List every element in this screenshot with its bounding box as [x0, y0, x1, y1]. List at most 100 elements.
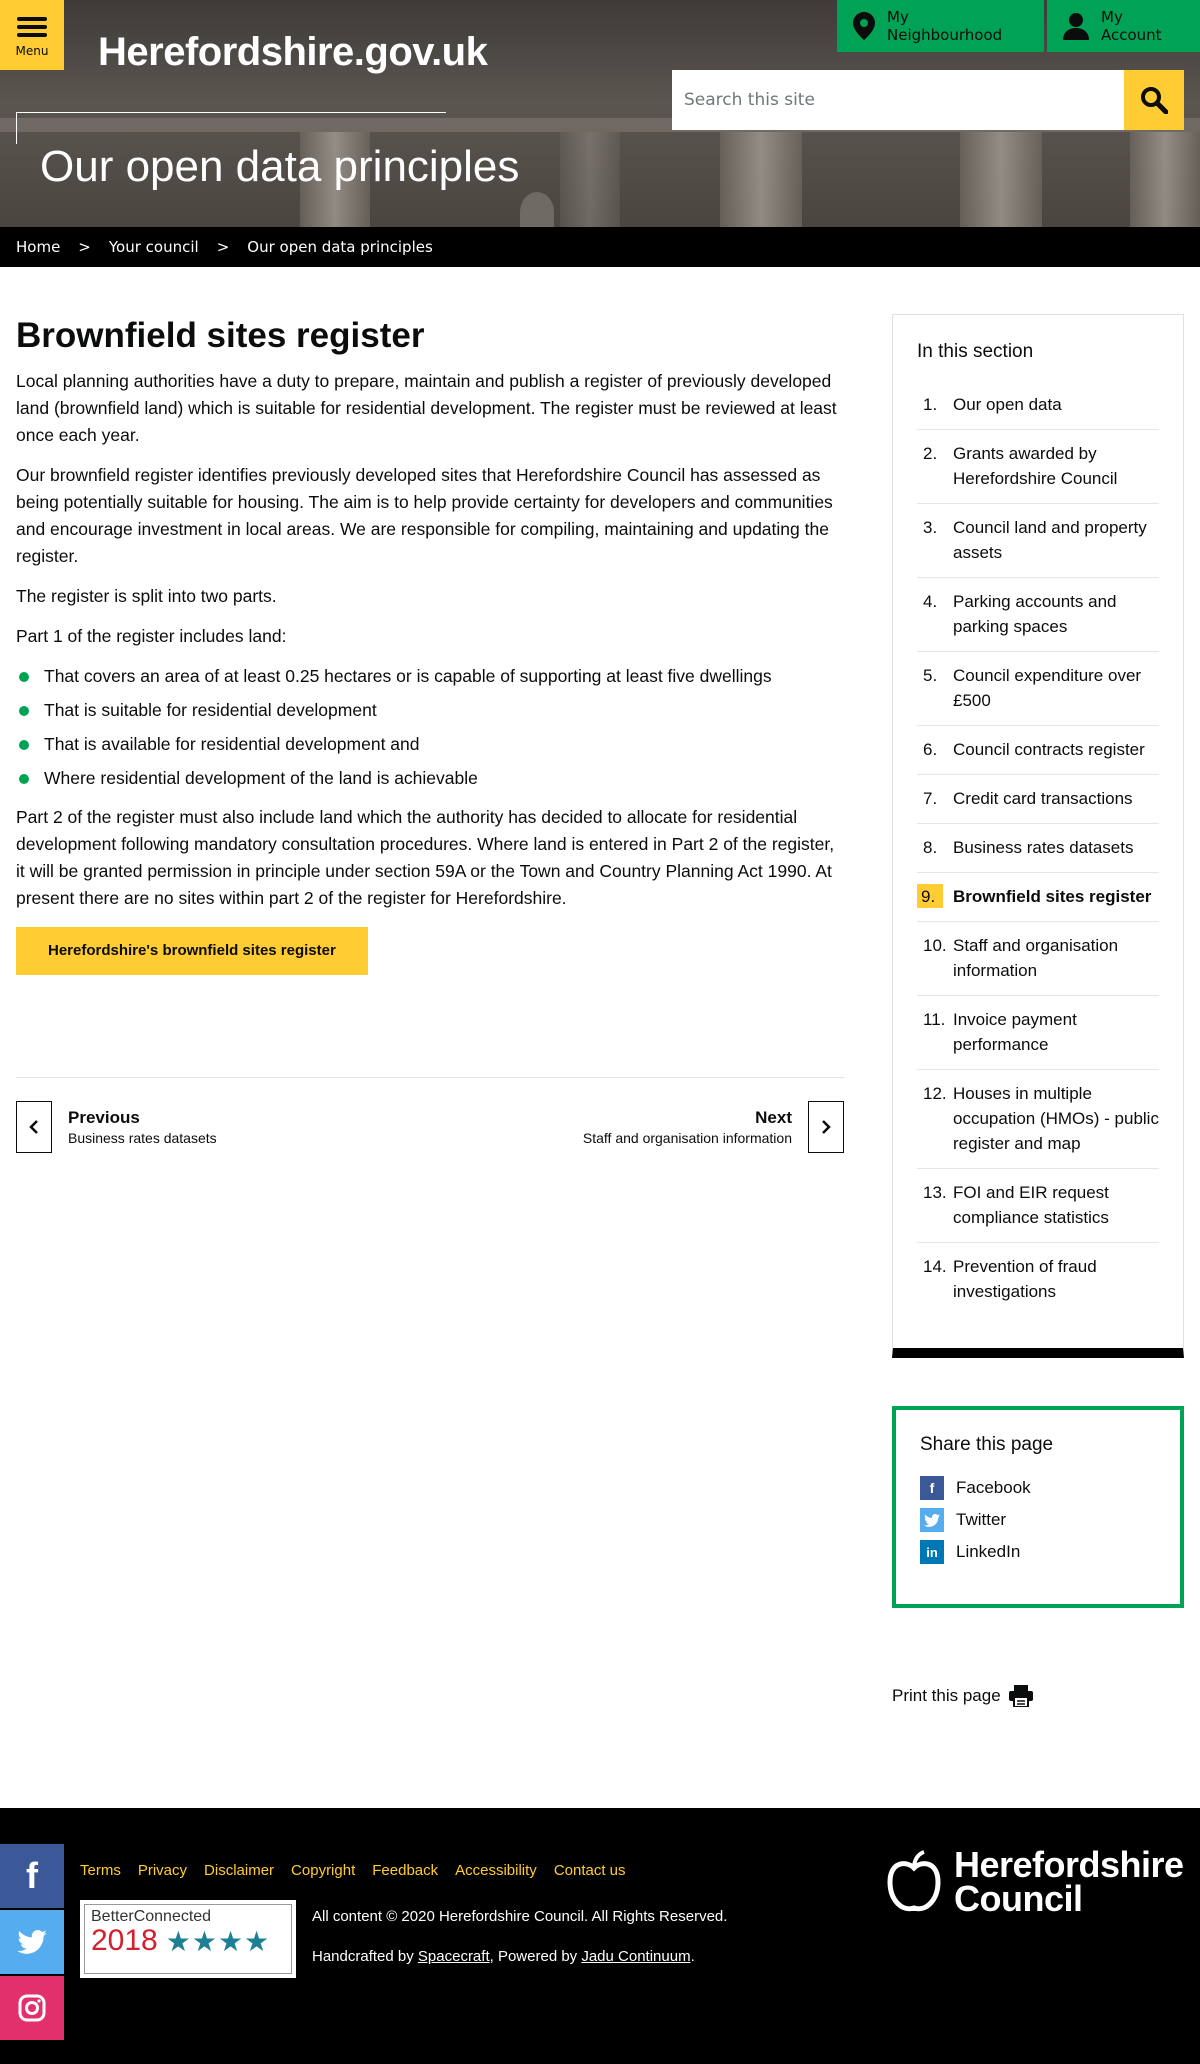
chevron-right-icon [808, 1101, 844, 1153]
item-number: 11. [923, 1010, 946, 1029]
breadcrumb-current[interactable]: Our open data principles [247, 238, 433, 256]
banner-column [720, 132, 802, 227]
section-nav-item[interactable]: 11. Invoice payment performance [917, 996, 1159, 1070]
brownfield-register-button[interactable]: Herefordshire's brownfield sites registe… [16, 927, 368, 975]
section-nav-item[interactable]: 3. Council land and property assets [917, 504, 1159, 578]
item-label: Our open data [953, 395, 1062, 414]
share-panel: Share this page f Facebook Twitter in Li… [892, 1406, 1184, 1608]
search-icon [1141, 87, 1168, 114]
item-number: 6. [923, 740, 938, 759]
section-nav-item[interactable]: 2. Grants awarded by Herefordshire Counci… [917, 430, 1159, 504]
printer-icon [1008, 1685, 1033, 1707]
breadcrumb-home[interactable]: Home [16, 238, 60, 256]
list-item: That is suitable for residential develop… [16, 697, 844, 724]
part1-list: That covers an area of at least 0.25 hec… [16, 663, 844, 792]
item-label: FOI and EIR request compliance statistic… [953, 1183, 1109, 1227]
section-navigation: In this section 1. Our open data 2. Grants… [892, 314, 1184, 1358]
banner-statue [520, 192, 554, 227]
my-account-button[interactable]: My Account [1047, 0, 1200, 52]
title-frame-line [16, 112, 446, 144]
search-bar [672, 70, 1184, 130]
page-title: Our open data principles [40, 142, 520, 191]
footer-link-disclaimer[interactable]: Disclaimer [204, 1862, 274, 1879]
item-label: Grants awarded by Herefordshire Council [953, 444, 1118, 488]
item-label: Council expenditure over £500 [953, 666, 1142, 710]
section-nav-item[interactable]: 13. FOI and EIR request compliance statis… [917, 1169, 1159, 1243]
item-number: 1. [923, 395, 938, 414]
item-number: 4. [923, 592, 938, 611]
list-item: That is available for residential develo… [16, 731, 844, 758]
facebook-icon[interactable]: f [0, 1844, 64, 1908]
banner-column [560, 132, 620, 227]
footer-social-links: f [0, 1844, 64, 2042]
breadcrumb-separator: > [216, 238, 230, 256]
council-logo[interactable]: Herefordshire Council [886, 1847, 1184, 1917]
jadu-link[interactable]: Jadu Continuum [581, 1948, 690, 1965]
breadcrumb: Home > Your council > Our open data prin… [0, 227, 1200, 267]
better-connected-badge[interactable]: BetterConnected 2018 ★★★★ [80, 1900, 296, 1978]
badge-year: 2018 [91, 1924, 158, 1957]
item-number: 7. [923, 789, 938, 808]
previous-page-link[interactable]: Previous Business rates datasets [16, 1101, 217, 1153]
my-neighbourhood-button[interactable]: My Neighbourhood [837, 0, 1044, 52]
share-linkedin-link[interactable]: in LinkedIn [920, 1540, 1156, 1564]
linkedin-icon: in [920, 1540, 944, 1564]
print-page-link[interactable]: Print this page [892, 1685, 1033, 1707]
item-number: 8. [923, 838, 938, 857]
footer-link-accessibility[interactable]: Accessibility [455, 1862, 537, 1879]
section-nav-heading: In this section [917, 341, 1034, 362]
item-label: Council land and property assets [953, 518, 1147, 562]
site-logo[interactable]: Herefordshire.gov.uk [98, 30, 488, 75]
item-number: 9. [917, 884, 943, 908]
item-number: 3. [923, 518, 938, 537]
section-nav-item[interactable]: 10. Staff and organisation information [917, 922, 1159, 996]
banner-column [1130, 132, 1200, 227]
split-paragraph: The register is split into two parts. [16, 586, 277, 606]
item-label: Staff and organisation information [953, 936, 1119, 980]
footer-link-feedback[interactable]: Feedback [372, 1862, 438, 1879]
item-label: Prevention of fraud investigations [953, 1257, 1097, 1301]
section-nav-item[interactable]: 8. Business rates datasets [917, 824, 1159, 873]
previous-label: Previous [68, 1108, 140, 1127]
section-nav-item[interactable]: 4. Parking accounts and parking spaces [917, 578, 1159, 652]
share-twitter-link[interactable]: Twitter [920, 1508, 1156, 1532]
item-label: Invoice payment performance [953, 1010, 1077, 1054]
register-paragraph: Our brownfield register identifies previ… [16, 465, 833, 566]
search-button[interactable] [1124, 70, 1184, 130]
map-pin-icon [853, 12, 875, 40]
user-icon [1063, 13, 1089, 40]
section-nav-item[interactable]: 1. Our open data [917, 381, 1159, 430]
share-heading: Share this page [920, 1434, 1054, 1455]
instagram-icon[interactable] [0, 1976, 64, 2040]
part2-paragraph: Part 2 of the register must also include… [16, 807, 835, 908]
section-nav-item[interactable]: 6. Council contracts register [917, 726, 1159, 775]
section-nav-item[interactable]: 12. Houses in multiple occupation (HMOs) … [917, 1070, 1159, 1169]
footer-link-contact[interactable]: Contact us [554, 1862, 626, 1879]
footer-link-copyright[interactable]: Copyright [291, 1862, 355, 1879]
footer-link-terms[interactable]: Terms [80, 1862, 121, 1879]
twitter-icon[interactable] [0, 1910, 64, 1974]
menu-button[interactable]: Menu [0, 0, 64, 70]
print-label: Print this page [892, 1686, 1001, 1705]
facebook-label: Facebook [956, 1478, 1031, 1497]
item-number: 2. [923, 444, 938, 463]
item-label: Business rates datasets [953, 838, 1134, 857]
spacecraft-link[interactable]: Spacecraft [418, 1948, 490, 1965]
item-number: 5. [923, 666, 938, 685]
section-nav-item[interactable]: 14. Prevention of fraud investigations [917, 1243, 1159, 1316]
chevron-left-icon [16, 1101, 52, 1153]
linkedin-label: LinkedIn [956, 1542, 1021, 1561]
next-page-link[interactable]: Next Staff and organisation information [583, 1101, 844, 1153]
hamburger-icon [17, 13, 47, 41]
section-nav-item-current[interactable]: 9. Brownfield sites register [917, 873, 1159, 922]
footer-link-privacy[interactable]: Privacy [138, 1862, 187, 1879]
list-item: That covers an area of at least 0.25 hec… [16, 663, 844, 690]
item-label: Houses in multiple occupation (HMOs) - p… [953, 1084, 1159, 1153]
section-nav-item[interactable]: 5. Council expenditure over £500 [917, 652, 1159, 726]
breadcrumb-your-council[interactable]: Your council [109, 238, 199, 256]
search-input[interactable] [672, 70, 1124, 130]
section-nav-item[interactable]: 7. Credit card transactions [917, 775, 1159, 824]
share-facebook-link[interactable]: f Facebook [920, 1476, 1156, 1500]
list-item: Where residential development of the lan… [16, 765, 844, 792]
twitter-icon [920, 1508, 944, 1532]
